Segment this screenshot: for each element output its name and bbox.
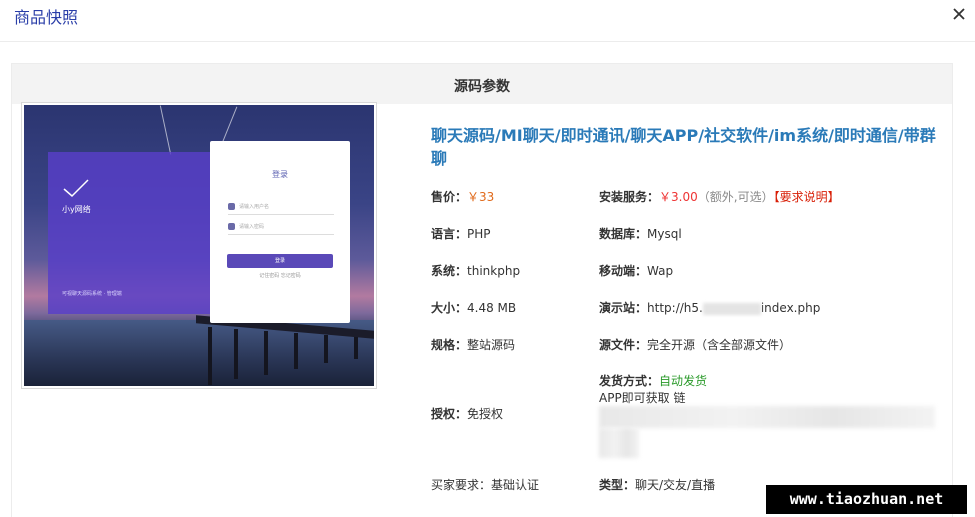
- redacted-block: [702, 302, 761, 315]
- source-label: 源文件：: [599, 338, 648, 352]
- pier-post: [264, 331, 268, 375]
- password-placeholder: 请输入密码: [239, 224, 265, 230]
- login-card: 登录 请输入用户名 请输入密码 登录 记住密码 忘记密码: [210, 141, 350, 323]
- demo-url-prefix[interactable]: http://h5.: [647, 301, 703, 315]
- demo-row: 演示站：http://h5. index.php: [599, 300, 820, 316]
- spec-value: 整站源码: [467, 338, 516, 352]
- size-value: 4.48 MB: [467, 301, 517, 315]
- shipping-label: 发货方式：: [599, 374, 660, 388]
- price-row: 售价：￥33: [431, 189, 494, 205]
- shipping-row: 发货方式：自动发货: [599, 373, 707, 389]
- install-value: ￥3.00: [659, 190, 698, 204]
- close-button[interactable]: [949, 4, 969, 24]
- close-icon: [953, 8, 965, 20]
- cable-line: [159, 105, 172, 155]
- brand-card: 小y网络 可视聊天源码系统 · 管理端: [48, 152, 211, 314]
- system-label: 系统：: [431, 264, 468, 278]
- login-button: 登录: [227, 254, 333, 268]
- price-label: 售价：: [431, 190, 468, 204]
- demo-url-suffix[interactable]: index.php: [761, 301, 820, 315]
- pier-post: [294, 333, 298, 369]
- preview-canvas: 小y网络 可视聊天源码系统 · 管理端 登录 请输入用户名 请输入密码 登录 记…: [24, 105, 374, 386]
- database-row: 数据库：Mysql: [599, 226, 682, 242]
- system-row: 系统：thinkphp: [431, 263, 520, 279]
- username-field: 请输入用户名: [228, 203, 334, 215]
- product-title[interactable]: 聊天源码/MI聊天/即时通讯/聊天APP/社交软件/im系统/即时通信/带群聊: [431, 124, 941, 170]
- buyer-req-row: 买家要求：基础认证: [431, 477, 539, 493]
- snapshot-dialog: 商品快照 源码参数 小y网络 可视聊天源码系统 · 管理端 登录 请输入用户名 …: [0, 0, 975, 517]
- login-title: 登录: [272, 170, 288, 179]
- redacted-block: [599, 406, 935, 428]
- login-links: 记住密码 忘记密码: [259, 273, 301, 279]
- lock-icon: [228, 223, 235, 230]
- shipping-note: APP即可获取 链: [599, 391, 686, 405]
- install-label: 安装服务：: [599, 190, 660, 204]
- size-row: 大小：4.48 MB: [431, 300, 516, 316]
- panel-title: 源码参数: [454, 79, 510, 95]
- pier-post: [234, 329, 238, 379]
- database-label: 数据库：: [599, 227, 648, 241]
- spec-label: 规格：: [431, 338, 468, 352]
- buyer-req-label: 买家要求：: [431, 478, 492, 492]
- buyer-req-value: 基础认证: [491, 478, 540, 492]
- site-watermark: www.tiaozhuan.net: [766, 485, 967, 514]
- system-value: thinkphp: [467, 264, 521, 278]
- install-row: 安装服务：￥3.00（额外,可选）【要求说明】: [599, 189, 840, 205]
- source-row: 源文件：完全开源（含全部源文件）: [599, 337, 791, 353]
- language-value: PHP: [467, 227, 491, 241]
- install-requirements-link[interactable]: 【要求说明】: [774, 190, 840, 204]
- redacted-block: [599, 428, 639, 458]
- mobile-label: 移动端：: [599, 264, 648, 278]
- spec-row: 规格：整站源码: [431, 337, 515, 353]
- brand-footer: 可视聊天源码系统 · 管理端: [62, 291, 122, 297]
- license-value: 免授权: [467, 407, 504, 421]
- size-label: 大小：: [431, 301, 468, 315]
- brand-name: 小y网络: [62, 205, 91, 214]
- pier-post: [208, 327, 212, 385]
- type-value: 聊天/交友/直播: [635, 478, 716, 492]
- demo-label: 演示站：: [599, 301, 648, 315]
- type-label: 类型：: [599, 478, 636, 492]
- username-placeholder: 请输入用户名: [239, 204, 270, 210]
- type-row: 类型：聊天/交友/直播: [599, 477, 715, 493]
- check-icon: [63, 179, 89, 198]
- price-value: ￥33: [467, 190, 495, 204]
- product-preview-image[interactable]: 小y网络 可视聊天源码系统 · 管理端 登录 请输入用户名 请输入密码 登录 记…: [21, 102, 377, 389]
- shipping-value: 自动发货: [659, 374, 708, 388]
- mobile-row: 移动端：Wap: [599, 263, 673, 279]
- database-value: Mysql: [647, 227, 682, 241]
- panel-header: 源码参数: [12, 64, 952, 104]
- source-value: 完全开源（含全部源文件）: [647, 338, 792, 352]
- pier-post: [324, 335, 328, 363]
- install-note: （额外,可选）: [697, 190, 774, 204]
- license-label: 授权：: [431, 407, 468, 421]
- license-row: 授权：免授权: [431, 406, 503, 422]
- user-icon: [228, 203, 235, 210]
- language-row: 语言：PHP: [431, 226, 491, 242]
- language-label: 语言：: [431, 227, 468, 241]
- password-field: 请输入密码: [228, 223, 334, 235]
- dialog-header: 商品快照: [0, 0, 975, 42]
- dialog-title: 商品快照: [14, 8, 79, 27]
- pier-post: [354, 337, 358, 359]
- mobile-value: Wap: [647, 264, 674, 278]
